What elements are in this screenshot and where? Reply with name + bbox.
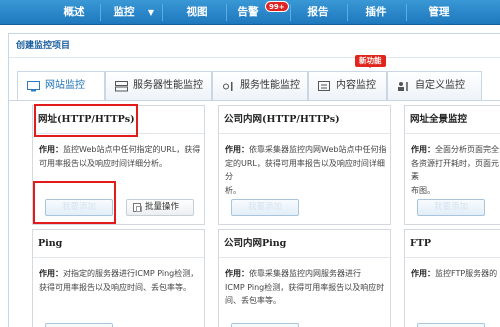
tab-service-performance[interactable]: 服务性能监控	[212, 71, 308, 100]
nav-separator	[347, 4, 348, 21]
add-button[interactable]: 我要添加	[417, 199, 485, 216]
tab-label: 内容监控	[336, 80, 376, 91]
card-title: 公司内网(HTTP/HTTPs)	[219, 106, 390, 134]
panel-title: 创建监控项目	[9, 34, 500, 58]
add-button[interactable]	[417, 323, 485, 327]
card-ftp: FTP 作用：监控FTP服务器的	[404, 229, 500, 327]
content-icon	[318, 81, 330, 91]
monitor-icon	[27, 81, 40, 92]
top-navigation-bar: 概述 监控 ▼ 视图 告警 99+ 报告 插件 管理	[0, 0, 500, 25]
nav-item-overview[interactable]: 概述	[46, 0, 102, 25]
card-description: 作用：监控Web站点中任何指定的URL，获得 可用率报告以及响应时间详细分析。	[39, 145, 201, 168]
nav-item-monitor[interactable]: 监控	[104, 0, 144, 25]
nav-separator	[100, 4, 101, 21]
card-description: 作用：依靠采集器监控内网服务器进行 ICMP Ping检测，获得可用率报告以及响…	[225, 269, 385, 305]
nav-item-manage[interactable]: 管理	[410, 0, 468, 25]
tab-underline	[8, 100, 500, 101]
highlight-box-title	[34, 104, 138, 137]
nav-item-alert[interactable]: 告警	[230, 0, 266, 25]
tab-content-monitor[interactable]: 内容监控	[308, 71, 387, 100]
card-description: 作用：依靠采集器监控内网Web站点中任何指 定的URL，获得可用率报告以及响应时…	[225, 145, 387, 195]
tab-website-monitor[interactable]: 网站监控	[17, 71, 105, 101]
alert-count-badge: 99+	[265, 1, 289, 12]
nav-separator	[290, 4, 291, 21]
add-button[interactable]	[45, 323, 113, 327]
card-title: 网址全景监控	[405, 106, 500, 134]
card-title: Ping	[33, 230, 204, 258]
card-title: 公司内网Ping	[219, 230, 390, 258]
new-feature-badge: 新功能	[355, 55, 386, 68]
nav-separator	[406, 4, 407, 21]
card-description: 作用：监控FTP服务器的	[411, 269, 498, 278]
batch-operation-button[interactable]: 批量操作	[126, 199, 194, 216]
card-ping: Ping 作用：对指定的服务器进行ICMP Ping检测， 获得可用率报告以及响…	[32, 229, 205, 327]
nav-item-report[interactable]: 报告	[293, 0, 343, 25]
card-title: FTP	[405, 230, 500, 258]
add-button[interactable]: 我要添加	[231, 199, 299, 216]
nav-item-view[interactable]: 视图	[170, 0, 224, 25]
copy-icon	[133, 203, 142, 212]
tab-server-performance[interactable]: 服务器性能监控	[105, 71, 212, 100]
users-icon	[398, 82, 408, 91]
tab-label: 服务性能监控	[240, 80, 300, 91]
card-website-panorama: 网址全景监控 作用：全面分析页面完全 各资源打开耗时，页面元素 布图。 我要添加	[404, 105, 500, 225]
tab-custom-monitor[interactable]: 自定义监控	[387, 71, 482, 100]
nav-separator	[226, 4, 227, 21]
card-intranet-http: 公司内网(HTTP/HTTPs) 作用：依靠采集器监控内网Web站点中任何指 定…	[218, 105, 391, 225]
nav-separator	[162, 4, 163, 21]
card-description: 作用：全面分析页面完全 各资源打开耗时，页面元素 布图。	[411, 145, 499, 195]
tab-label: 网站监控	[45, 80, 85, 91]
chevron-down-icon[interactable]: ▼	[140, 0, 162, 25]
add-button[interactable]	[231, 323, 299, 327]
tab-label: 自定义监控	[415, 80, 465, 91]
nav-item-plugin[interactable]: 插件	[350, 0, 402, 25]
server-icon	[115, 81, 128, 92]
tab-label: 服务器性能监控	[133, 80, 203, 91]
highlight-box-add-button	[33, 181, 116, 224]
settings-icon	[223, 82, 233, 91]
card-description: 作用：对指定的服务器进行ICMP Ping检测， 获得可用率报告以及响应时间、丢…	[39, 269, 199, 292]
card-intranet-ping: 公司内网Ping 作用：依靠采集器监控内网服务器进行 ICMP Ping检测，获…	[218, 229, 391, 327]
